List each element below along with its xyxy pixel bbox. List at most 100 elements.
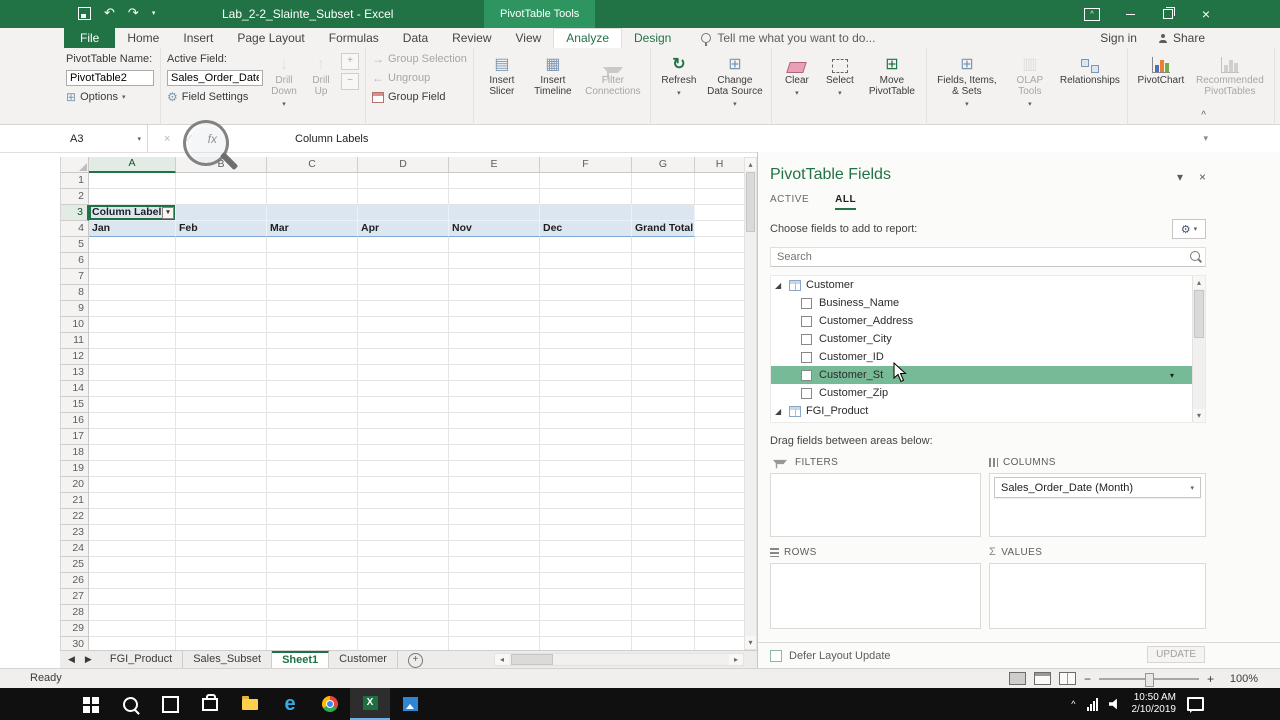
ungroup-button[interactable]: ← Ungroup	[372, 70, 467, 86]
cell-G10[interactable]	[632, 317, 695, 333]
cell-B9[interactable]	[176, 301, 267, 317]
row-header-4[interactable]: 4	[61, 221, 89, 237]
cell-C11[interactable]	[267, 333, 358, 349]
row-header-25[interactable]: 25	[61, 557, 89, 573]
cell-C17[interactable]	[267, 429, 358, 445]
cell-B2[interactable]	[176, 189, 267, 205]
cell-B28[interactable]	[176, 605, 267, 621]
row-header-19[interactable]: 19	[61, 461, 89, 477]
cell-F30[interactable]	[540, 637, 632, 650]
taskbar-chrome-button[interactable]	[310, 688, 350, 720]
column-header-G[interactable]: G	[632, 157, 695, 173]
cell-A28[interactable]	[89, 605, 176, 621]
field-list-scroll-thumb[interactable]	[1194, 290, 1204, 338]
cell-A7[interactable]	[89, 269, 176, 285]
select-button[interactable]: Select ▾	[820, 51, 860, 99]
cell-D16[interactable]	[358, 413, 449, 429]
cell-G6[interactable]	[632, 253, 695, 269]
pivotchart-button[interactable]: PivotChart	[1134, 51, 1188, 86]
page-break-view-button[interactable]	[1058, 672, 1076, 685]
cell-A8[interactable]	[89, 285, 176, 301]
cell-H18[interactable]	[695, 445, 745, 461]
cell-G2[interactable]	[632, 189, 695, 205]
insert-timeline-button[interactable]: ▦ Insert Timeline	[528, 51, 578, 98]
cell-F13[interactable]	[540, 365, 632, 381]
change-data-source-button[interactable]: ⊞ Change Data Source ▾	[705, 51, 765, 110]
cell-E18[interactable]	[449, 445, 540, 461]
cell-B3[interactable]	[176, 205, 267, 221]
cell-H1[interactable]	[695, 173, 745, 189]
refresh-button[interactable]: ↻ Refresh ▾	[657, 51, 701, 99]
enter-icon[interactable]: ✓	[184, 132, 193, 145]
cell-C20[interactable]	[267, 477, 358, 493]
cell-H28[interactable]	[695, 605, 745, 621]
row-header-9[interactable]: 9	[61, 301, 89, 317]
cell-H22[interactable]	[695, 509, 745, 525]
cell-A21[interactable]	[89, 493, 176, 509]
sign-in-link[interactable]: Sign in	[1100, 31, 1137, 45]
cell-C30[interactable]	[267, 637, 358, 650]
undo-icon[interactable]: ↶	[104, 5, 115, 21]
cell-E21[interactable]	[449, 493, 540, 509]
cell-C3[interactable]	[267, 205, 358, 221]
cell-E11[interactable]	[449, 333, 540, 349]
cell-A30[interactable]	[89, 637, 176, 650]
pill-dropdown-icon[interactable]: ▾	[1190, 484, 1194, 492]
cell-F11[interactable]	[540, 333, 632, 349]
cell-C21[interactable]	[267, 493, 358, 509]
cell-H8[interactable]	[695, 285, 745, 301]
zoom-slider-thumb[interactable]	[1144, 672, 1154, 687]
cell-G30[interactable]	[632, 637, 695, 650]
cell-D7[interactable]	[358, 269, 449, 285]
taskbar-clock[interactable]: 10:50 AM 2/10/2019	[1132, 692, 1177, 716]
cell-H26[interactable]	[695, 573, 745, 589]
cell-H7[interactable]	[695, 269, 745, 285]
expand-field-button[interactable]: +	[341, 53, 359, 70]
row-header-23[interactable]: 23	[61, 525, 89, 541]
cell-D15[interactable]	[358, 397, 449, 413]
tab-review[interactable]: Review	[440, 28, 503, 48]
row-header-24[interactable]: 24	[61, 541, 89, 557]
scroll-down-icon[interactable]: ▾	[745, 636, 756, 649]
pane-tools-button[interactable]: ⚙ ▾	[1172, 219, 1206, 239]
cell-G21[interactable]	[632, 493, 695, 509]
field-dropdown-icon[interactable]: ▾	[1170, 371, 1174, 380]
cell-F15[interactable]	[540, 397, 632, 413]
row-header-17[interactable]: 17	[61, 429, 89, 445]
defer-layout-checkbox[interactable]	[770, 649, 782, 662]
cell-B1[interactable]	[176, 173, 267, 189]
field-checkbox[interactable]	[801, 315, 812, 327]
taskbar-excel-button[interactable]: X	[350, 688, 390, 720]
zoom-in-button[interactable]: +	[1207, 672, 1214, 686]
cell-G3[interactable]	[632, 205, 695, 221]
cell-H3[interactable]	[695, 205, 745, 221]
column-header-C[interactable]: C	[267, 157, 358, 173]
row-header-7[interactable]: 7	[61, 269, 89, 285]
values-drop-zone[interactable]	[989, 563, 1206, 629]
name-box[interactable]: A3 ▾	[60, 125, 148, 152]
volume-icon[interactable]	[1108, 698, 1117, 710]
cell-A29[interactable]	[89, 621, 176, 637]
horizontal-scroll-thumb[interactable]	[511, 654, 553, 665]
cell-C26[interactable]	[267, 573, 358, 589]
cell-H30[interactable]	[695, 637, 745, 650]
cell-H11[interactable]	[695, 333, 745, 349]
cell-C13[interactable]	[267, 365, 358, 381]
cell-E3[interactable]	[449, 205, 540, 221]
cell-D23[interactable]	[358, 525, 449, 541]
cell-B5[interactable]	[176, 237, 267, 253]
cell-H9[interactable]	[695, 301, 745, 317]
action-center-icon[interactable]	[1187, 697, 1204, 711]
field-checkbox[interactable]	[801, 297, 812, 309]
pane-tab-all[interactable]: ALL	[835, 194, 857, 210]
column-header-F[interactable]: F	[540, 157, 632, 173]
columns-field-pill[interactable]: Sales_Order_Date (Month) ▾	[994, 477, 1201, 498]
column-header-E[interactable]: E	[449, 157, 540, 173]
cell-F8[interactable]	[540, 285, 632, 301]
cell-D14[interactable]	[358, 381, 449, 397]
cell-D20[interactable]	[358, 477, 449, 493]
cell-A20[interactable]	[89, 477, 176, 493]
cell-G15[interactable]	[632, 397, 695, 413]
column-header-A[interactable]: A	[89, 157, 176, 173]
cell-C2[interactable]	[267, 189, 358, 205]
